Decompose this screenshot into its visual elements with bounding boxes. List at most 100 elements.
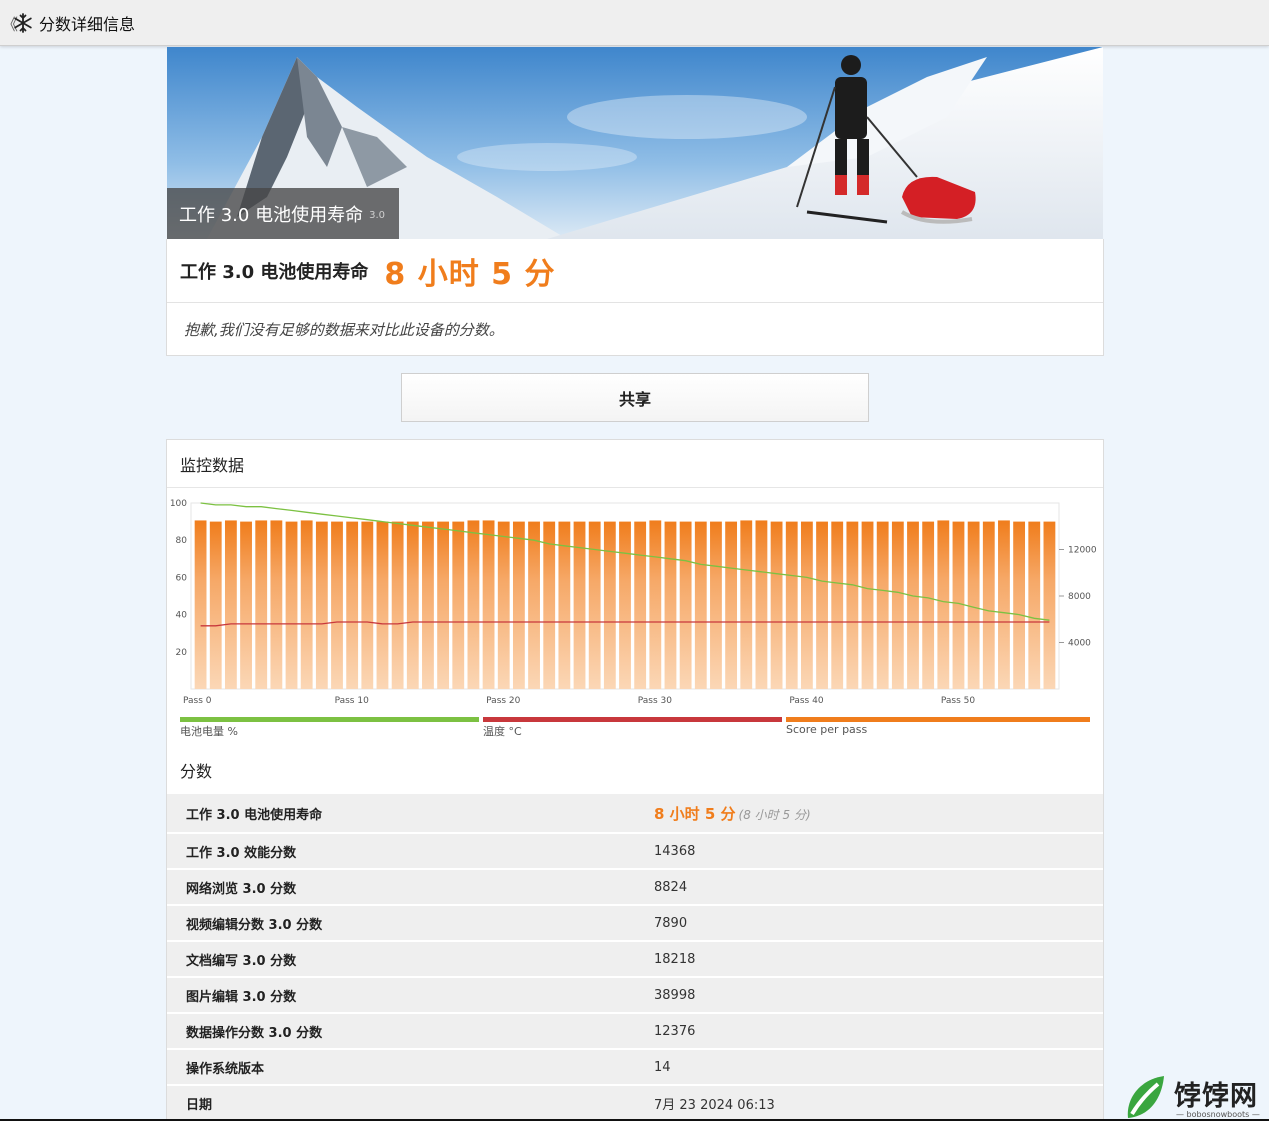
legend-battery-swatch	[180, 717, 479, 722]
legend-battery-label: 电池电量 %	[180, 725, 238, 738]
score-panel: 工作 3.0 电池使用寿命 8 小时 5 分 抱歉,我们没有足够的数据来对比此设…	[166, 239, 1104, 356]
x-tick-label: Pass 30	[638, 696, 673, 706]
score-value: 8 小时 5 分	[384, 256, 556, 292]
scores-title: 分数	[180, 762, 213, 781]
score-bar	[603, 521, 616, 689]
score-bar	[891, 521, 904, 689]
back-icon[interactable]: 《	[2, 11, 18, 35]
score-bar	[982, 521, 995, 689]
row-value: 8 小时 5 分 (8 小时 5 分)	[654, 803, 811, 824]
score-bar	[437, 521, 450, 689]
hero-caption-version: 3.0	[369, 210, 385, 221]
monitoring-panel: 监控数据 100 80 60 40 20 12000 8000 4000 Pass 0 Pass …	[166, 439, 1104, 1121]
y-left-tick-label: 80	[176, 536, 188, 546]
score-bar	[391, 521, 404, 689]
score-bar	[831, 521, 844, 689]
row-key: 图片编辑 3.0 分数	[186, 989, 297, 1005]
y-left-tick-label: 60	[176, 573, 188, 583]
score-bar	[679, 521, 692, 689]
score-bar	[967, 521, 980, 689]
score-bar	[846, 521, 859, 689]
table-row: 工作 3.0 效能分数 14368	[167, 834, 1103, 870]
score-bar	[482, 520, 495, 689]
table-row: 工作 3.0 电池使用寿命 8 小时 5 分 (8 小时 5 分)	[167, 794, 1103, 834]
score-bar	[452, 521, 465, 689]
row-key: 数据操作分数 3.0 分数	[186, 1025, 323, 1041]
score-bar	[528, 521, 540, 689]
score-bar	[770, 521, 783, 689]
score-bar	[285, 521, 298, 689]
legend-battery: 电池电量 %	[180, 717, 479, 739]
leaf-logo-icon	[1127, 1076, 1164, 1118]
score-bar	[588, 521, 601, 689]
x-tick-label: Pass 0	[183, 696, 212, 706]
monitoring-chart-svg: 100 80 60 40 20 12000 8000 4000 Pass 0 Pass 10 Pas…	[170, 499, 1097, 706]
row-value: 14368	[654, 843, 696, 859]
row-key: 工作 3.0 电池使用寿命	[186, 807, 323, 823]
score-bar	[1013, 521, 1026, 689]
table-row: 日期 7月 23 2024 06:13	[167, 1086, 1103, 1121]
comparison-note: 抱歉,我们没有足够的数据来对比此设备的分数。	[184, 320, 504, 339]
row-value: 7890	[654, 915, 688, 931]
score-bar	[907, 521, 919, 689]
score-bar	[361, 521, 374, 689]
legend-temperature: 温度 °C	[483, 717, 782, 739]
score-bar	[800, 521, 813, 689]
score-bar	[998, 520, 1010, 689]
y-left-tick-label: 40	[176, 611, 188, 621]
site-watermark: 饽饽网 — bobosnowboots —	[1118, 1072, 1269, 1121]
row-value: 7月 23 2024 06:13	[654, 1097, 775, 1113]
score-bar	[422, 521, 434, 689]
legend-score-swatch	[786, 717, 1090, 722]
score-bar	[346, 521, 359, 689]
score-bar	[785, 521, 798, 689]
table-row: 操作系统版本 14	[167, 1050, 1103, 1086]
row-key: 操作系统版本	[186, 1061, 265, 1077]
row-value: 14	[654, 1059, 671, 1075]
y-left-tick-label: 100	[170, 499, 187, 509]
x-tick-label: Pass 20	[486, 696, 521, 706]
score-bar	[406, 521, 419, 689]
x-tick-label: Pass 50	[941, 696, 976, 706]
row-value: 38998	[654, 987, 696, 1003]
legend-temperature-label: 温度 °C	[483, 725, 522, 738]
score-bar	[922, 521, 935, 689]
y-right-tick-label: 8000	[1068, 592, 1091, 602]
row-value: 12376	[654, 1023, 696, 1039]
score-bar	[240, 521, 252, 689]
score-bar	[694, 521, 707, 689]
y-right-tick-label: 12000	[1068, 546, 1097, 556]
table-row: 文档编写 3.0 分数 18218	[167, 942, 1103, 978]
score-bar	[876, 521, 889, 689]
table-row: 视频编辑分数 3.0 分数 7890	[167, 906, 1103, 942]
score-bar	[512, 521, 525, 689]
battery-life-value: 8 小时 5 分	[654, 804, 736, 823]
hero-caption-title: 工作 3.0 电池使用寿命	[179, 204, 364, 226]
legend-score: Score per pass	[786, 717, 1090, 736]
score-row: 工作 3.0 电池使用寿命 8 小时 5 分	[167, 239, 1103, 303]
score-bar	[467, 520, 480, 689]
x-tick-label: Pass 40	[789, 696, 824, 706]
watermark-text: 饽饽网	[1174, 1081, 1258, 1112]
page-title: 分数详细信息	[39, 14, 136, 34]
score-bar	[270, 520, 283, 689]
table-row: 数据操作分数 3.0 分数 12376	[167, 1014, 1103, 1050]
score-bar	[1043, 521, 1056, 689]
share-button[interactable]: 共享	[401, 373, 869, 422]
score-label: 工作 3.0 电池使用寿命	[180, 261, 369, 283]
score-bar	[861, 521, 874, 689]
top-bar: 《 分数详细信息	[0, 0, 1269, 46]
y-left-tick-label: 20	[176, 648, 188, 658]
score-bar	[497, 521, 510, 689]
monitoring-title: 监控数据	[167, 440, 1103, 488]
score-bar	[725, 521, 738, 689]
score-bar	[194, 520, 207, 689]
score-bar	[300, 520, 313, 689]
x-tick-label: Pass 10	[335, 696, 370, 706]
monitoring-chart: 100 80 60 40 20 12000 8000 4000 Pass 0 Pass 10 Pas…	[167, 495, 1103, 715]
y-right-tick-label: 4000	[1068, 639, 1091, 649]
row-value: 18218	[654, 951, 696, 967]
row-key: 文档编写 3.0 分数	[186, 953, 297, 969]
legend-temperature-swatch	[483, 717, 782, 722]
score-bar	[255, 520, 268, 689]
